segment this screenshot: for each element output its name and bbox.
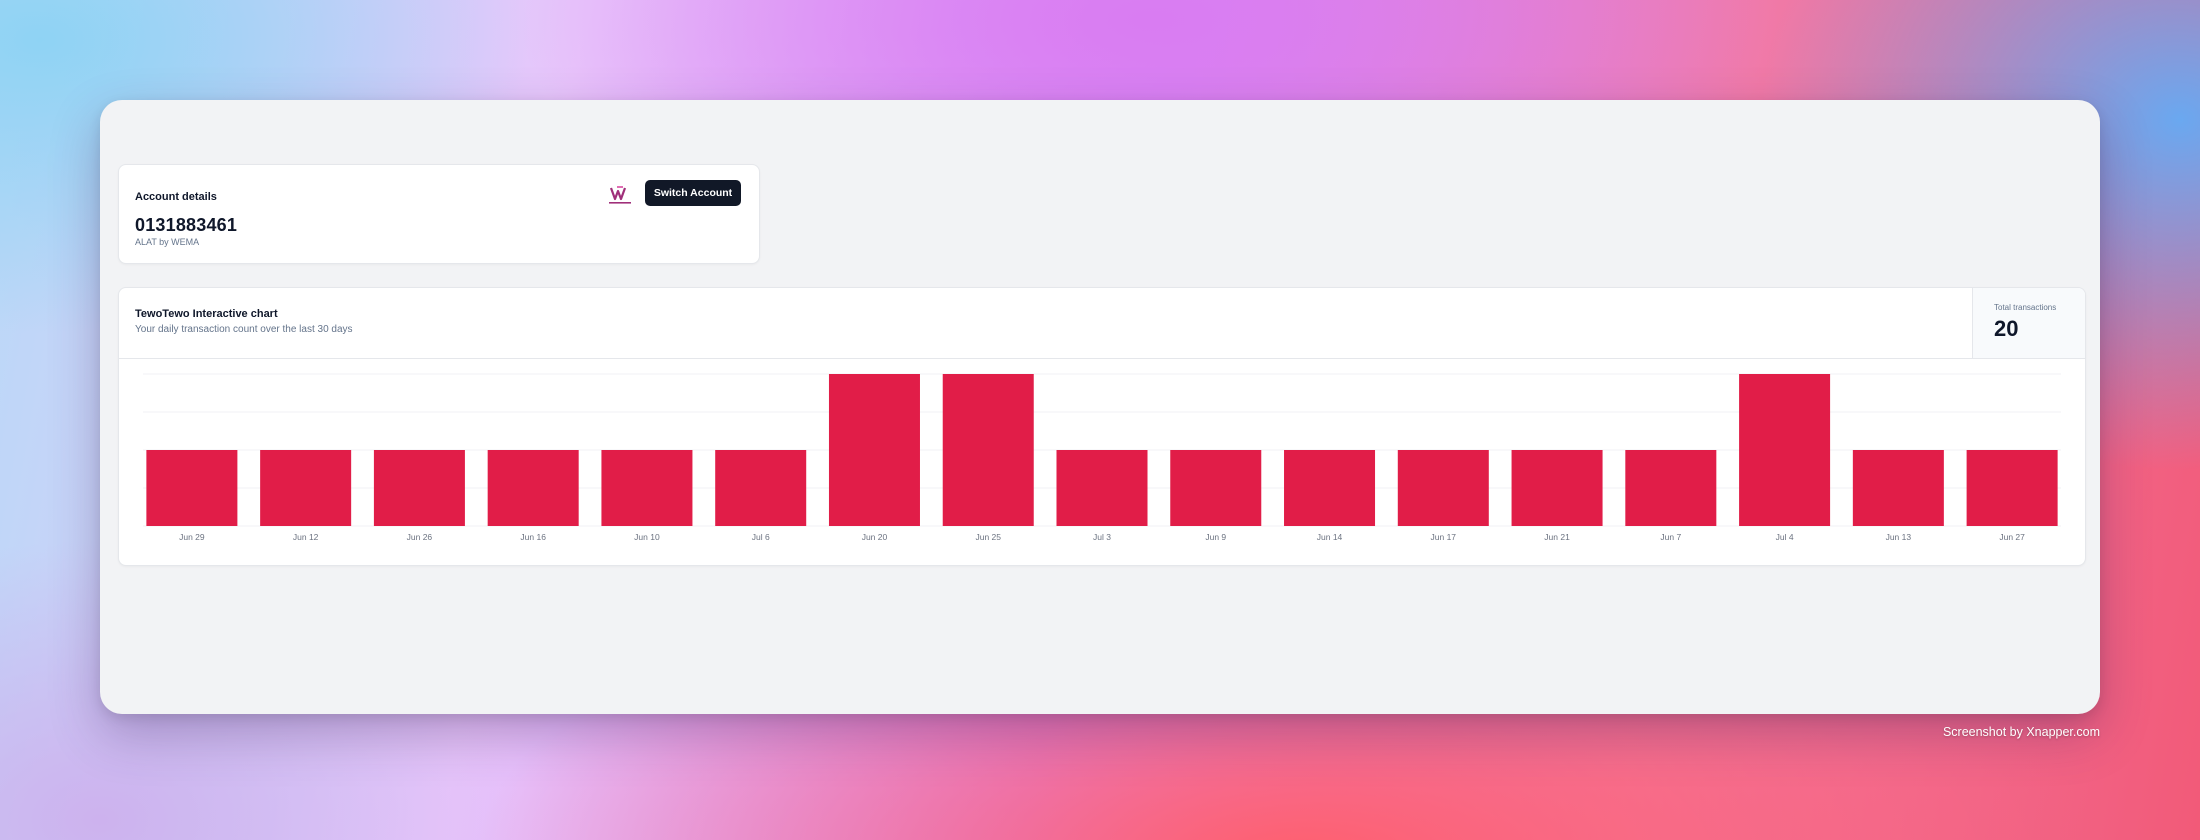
chart-bar[interactable] — [1739, 374, 1831, 526]
x-tick-label: Jun 17 — [1431, 532, 1457, 542]
x-tick-label: Jun 25 — [975, 532, 1001, 542]
app-window: Account details 0131883461 ALAT by WEMA … — [100, 100, 2100, 714]
chart-bar[interactable] — [828, 374, 920, 526]
chart-bar[interactable] — [373, 450, 465, 526]
x-tick-label: Jul 6 — [752, 532, 770, 542]
chart-subtitle: Your daily transaction count over the la… — [135, 324, 353, 335]
account-number: 0131883461 — [135, 215, 238, 235]
chart-bar[interactable] — [146, 450, 238, 526]
x-tick-label: Jun 12 — [293, 532, 319, 542]
chart-bar[interactable] — [1397, 450, 1489, 526]
chart-bar[interactable] — [487, 450, 579, 526]
x-tick-label: Jun 9 — [1205, 532, 1226, 542]
account-details-title: Account details — [135, 191, 217, 203]
total-transactions-label: Total transactions — [1994, 303, 2057, 312]
chart-header: TewoTewo Interactive chart Your daily tr… — [119, 288, 2085, 359]
chart-bar[interactable] — [1284, 450, 1376, 526]
x-tick-label: Jun 26 — [407, 532, 433, 542]
x-tick-label: Jun 10 — [634, 532, 660, 542]
chart-bar[interactable] — [942, 374, 1034, 526]
chart-title: TewoTewo Interactive chart — [135, 308, 278, 320]
x-tick-label: Jun 7 — [1660, 532, 1681, 542]
chart-bar[interactable] — [715, 450, 807, 526]
chart-bar[interactable] — [260, 450, 352, 526]
x-tick-label: Jun 13 — [1886, 532, 1912, 542]
chart-bar[interactable] — [1625, 450, 1717, 526]
chart-bar[interactable] — [1966, 450, 2058, 526]
chart-bar[interactable] — [1170, 450, 1262, 526]
x-tick-label: Jun 21 — [1544, 532, 1570, 542]
chart-bar[interactable] — [1852, 450, 1944, 526]
bank-name: ALAT by WEMA — [135, 237, 200, 247]
x-tick-label: Jul 3 — [1093, 532, 1111, 542]
watermark-text: Screenshot by Xnapper.com — [1942, 725, 2100, 739]
chart-bar[interactable] — [601, 450, 693, 526]
x-tick-label: Jun 16 — [520, 532, 546, 542]
transaction-chart-card: TewoTewo Interactive chart Your daily tr… — [118, 287, 2086, 566]
x-tick-label: Jul 4 — [1776, 532, 1794, 542]
x-tick-label: Jun 14 — [1317, 532, 1343, 542]
wema-bank-logo-icon — [609, 186, 631, 204]
account-details-card: Account details 0131883461 ALAT by WEMA … — [118, 164, 760, 264]
switch-account-button[interactable]: Switch Account — [645, 180, 741, 206]
total-transactions-value: 20 — [1994, 316, 2019, 341]
bar-chart: Jun 29 Jun 12 Jun 26 Jun 16 Jun 10 Jul 6 Jun 2… — [143, 373, 2061, 542]
total-transactions-box[interactable]: Total transactions 20 — [1972, 288, 2085, 358]
x-tick-label: Jun 20 — [862, 532, 888, 542]
chart-bar[interactable] — [1511, 450, 1603, 526]
chart-bar[interactable] — [1056, 450, 1148, 526]
x-tick-label: Jun 27 — [1999, 532, 2025, 542]
x-tick-label: Jun 29 — [179, 532, 205, 542]
